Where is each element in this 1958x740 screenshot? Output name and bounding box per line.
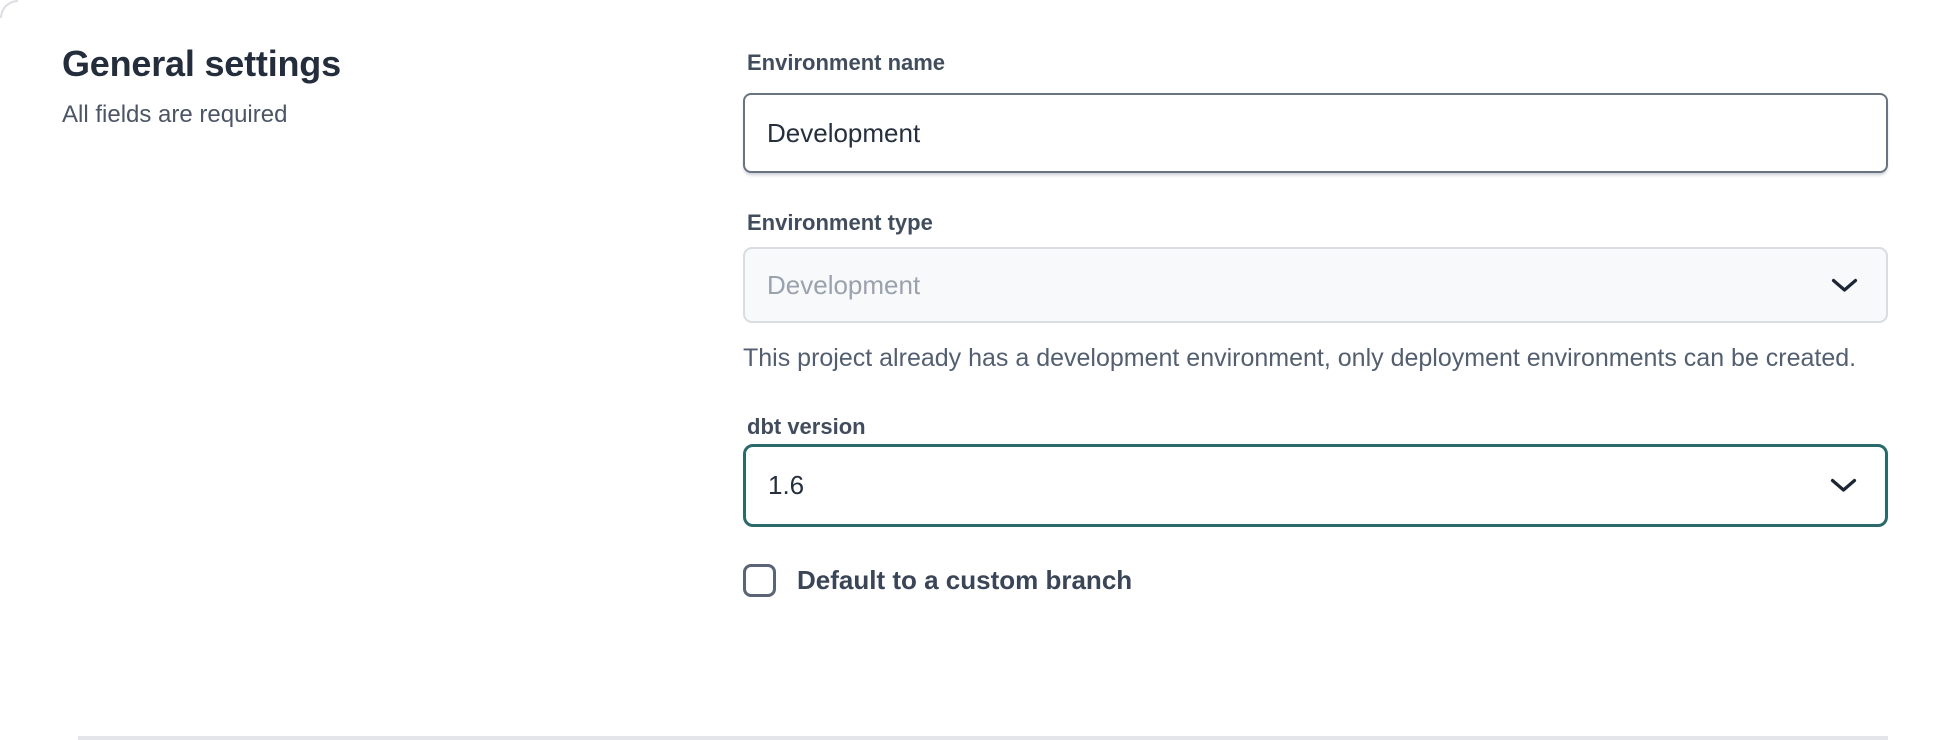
custom-branch-label[interactable]: Default to a custom branch bbox=[797, 565, 1132, 596]
environment-type-select: Development bbox=[743, 247, 1888, 323]
section-subtitle: All fields are required bbox=[62, 100, 622, 130]
dbt-version-value: 1.6 bbox=[768, 470, 804, 501]
custom-branch-checkbox[interactable] bbox=[743, 564, 776, 597]
general-settings-form: Environment name Environment type Develo… bbox=[743, 50, 1888, 597]
environment-type-value: Development bbox=[767, 270, 920, 301]
custom-branch-row: Default to a custom branch bbox=[743, 564, 1888, 597]
environment-type-label: Environment type bbox=[743, 210, 1888, 236]
page-title: General settings bbox=[62, 42, 622, 86]
environment-name-label: Environment name bbox=[743, 50, 1888, 76]
environment-name-input[interactable] bbox=[743, 93, 1888, 173]
chevron-down-icon bbox=[1831, 278, 1858, 293]
dbt-version-label: dbt version bbox=[743, 414, 1888, 440]
environment-type-helper: This project already has a development e… bbox=[743, 338, 1888, 378]
section-header: General settings All fields are required bbox=[62, 42, 622, 130]
dbt-version-select[interactable]: 1.6 bbox=[743, 444, 1888, 527]
card-corner bbox=[0, 0, 18, 18]
section-divider bbox=[78, 736, 1888, 740]
chevron-down-icon bbox=[1830, 478, 1857, 493]
